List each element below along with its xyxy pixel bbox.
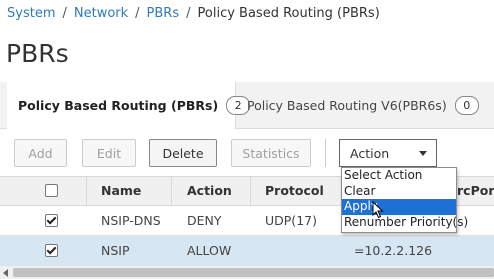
table-row[interactable]: NSIP ALLOW =10.2.2.126 [0,236,494,266]
tab-pbr6s[interactable]: Policy Based Routing V6(PBR6s) 0 [247,82,479,128]
action-select-label: Action [350,145,390,161]
cell-name: NSIP-DNS [101,213,161,228]
column-divider [86,177,87,205]
breadcrumb-system[interactable]: System [7,6,55,21]
row-checkbox[interactable] [45,244,58,257]
delete-button[interactable]: Delete [149,139,217,167]
action-select[interactable]: Action [339,139,437,167]
tab-label: Policy Based Routing V6(PBR6s) [247,97,447,113]
column-divider [250,177,251,205]
add-button[interactable]: Add [14,139,67,167]
tab-bar: Policy Based Routing (PBRs) 2 Policy Bas… [0,82,494,129]
menu-item-select-action[interactable]: Select Action [342,168,456,184]
action-dropdown-menu: Select Action Clear Apply Renumber Prior… [341,167,468,233]
column-divider [171,177,172,205]
scroll-left-arrow-icon[interactable] [3,269,8,277]
tab-label: Policy Based Routing (PBRs) [18,98,219,113]
tab-pbrs[interactable]: Policy Based Routing (PBRs) 2 [7,82,251,129]
mouse-cursor-icon [372,201,384,219]
cell-action: DENY [187,213,222,228]
breadcrumb-separator: / [186,6,191,21]
menu-item-renumber-priority[interactable]: Renumber Priority(s) [342,215,468,231]
breadcrumb-separator: / [135,6,140,21]
breadcrumb: System / Network / PBRs / Policy Based Routing… [7,6,380,21]
count-badge: 0 [454,95,479,115]
column-header-name[interactable]: Name [101,177,141,205]
breadcrumb-network[interactable]: Network [74,6,128,21]
scrollbar-thumb[interactable] [13,268,494,277]
menu-item-clear[interactable]: Clear [342,184,456,200]
cell-protocol: UDP(17) [265,213,317,228]
row-checkbox[interactable] [45,214,58,227]
column-header-srcport[interactable]: rcPort [457,177,494,205]
cell-destination: =10.2.2.126 [354,243,433,258]
breadcrumb-pbrs[interactable]: PBRs [147,6,180,21]
select-all-checkbox[interactable] [45,184,58,197]
page-title: PBRs [6,39,69,68]
breadcrumb-separator: / [62,6,67,21]
menu-item-apply[interactable]: Apply [342,199,456,215]
column-header-protocol[interactable]: Protocol [265,177,324,205]
column-header-action[interactable]: Action [187,177,232,205]
horizontal-scrollbar[interactable] [0,265,494,279]
edit-button[interactable]: Edit [82,139,136,167]
breadcrumb-current: Policy Based Routing (PBRs) [197,6,380,21]
chevron-down-icon [419,151,427,156]
cell-action: ALLOW [187,243,232,258]
cell-name: NSIP [101,243,130,258]
statistics-button[interactable]: Statistics [231,139,311,167]
toolbar-divider [325,139,326,167]
